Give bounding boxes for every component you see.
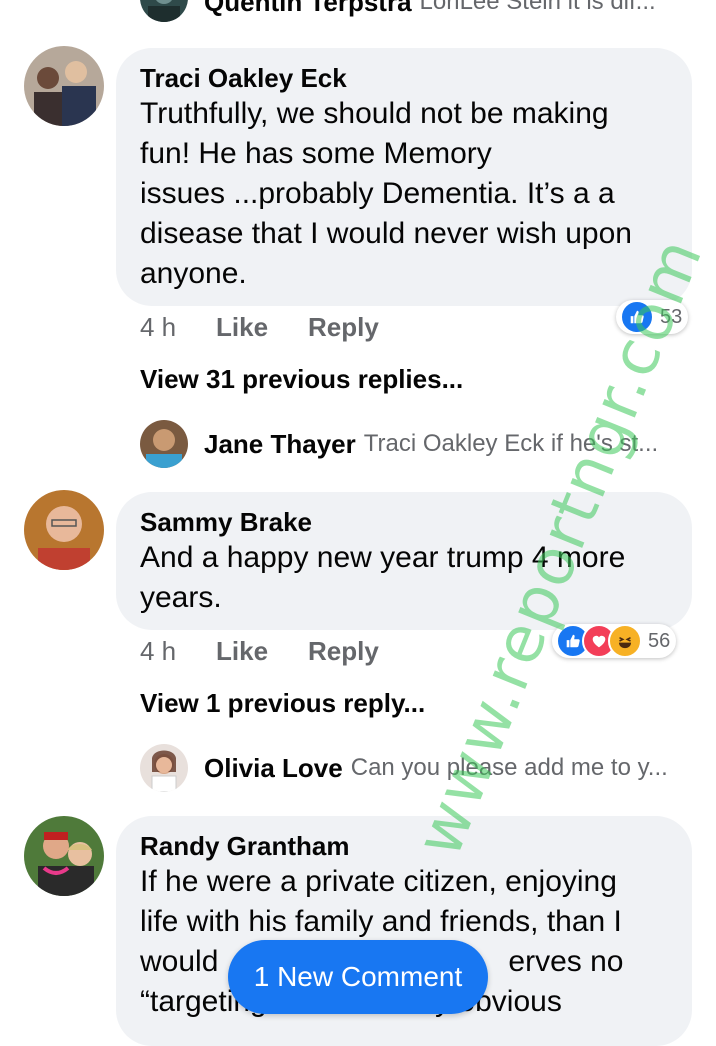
avatar-traci[interactable] <box>24 46 104 126</box>
view-previous-replies[interactable]: View 1 previous reply... <box>140 688 425 719</box>
comment-text-line: anyone. <box>140 257 247 290</box>
like-button[interactable]: Like <box>216 636 268 667</box>
reply-preview: Traci Oakley Eck if he's st... <box>363 430 659 457</box>
comment-text-line: And a happy new year trump 4 more <box>140 541 626 574</box>
new-comment-button[interactable]: 1 New Comment <box>228 940 488 1014</box>
reply-author[interactable]: Olivia Love <box>204 753 343 784</box>
comment-text-line: fun! He has some Memory <box>140 137 492 170</box>
comment-text-fragment: would <box>140 945 219 978</box>
haha-reaction-icon <box>608 624 642 658</box>
reply-author[interactable]: Quentin Terpstra <box>204 0 412 18</box>
reply-preview: Can you please add me to y... <box>350 754 668 781</box>
comment-text-line: If he were a private citizen, enjoying <box>140 865 617 898</box>
comment-text-fragment: erves no <box>508 945 624 978</box>
comment-timestamp: 4 h <box>140 312 177 342</box>
comment-text-line: issues ...probably Dementia. It’s a a <box>140 177 615 210</box>
comment-bubble: Sammy Brake And a happy new year trump 4… <box>116 492 692 630</box>
comment-text-line: Truthfully, we should not be making <box>140 97 609 130</box>
comment-timestamp: 4 h <box>140 636 177 666</box>
reaction-summary[interactable]: 56 <box>552 624 677 658</box>
reply-row-jane[interactable]: Jane Thayer Traci Oakley Eck if he's st.… <box>140 420 658 468</box>
reaction-count: 56 <box>648 629 671 652</box>
avatar-randy[interactable] <box>24 816 104 896</box>
like-button[interactable]: Like <box>216 312 268 343</box>
reply-button[interactable]: Reply <box>308 636 379 667</box>
reaction-summary[interactable]: 53 <box>616 300 689 334</box>
reply-row-olivia[interactable]: Olivia Love Can you please add me to y..… <box>140 744 668 792</box>
comment-author[interactable]: Traci Oakley Eck <box>140 62 668 94</box>
reaction-count: 53 <box>660 305 683 328</box>
avatar-sammy[interactable] <box>24 490 104 570</box>
comment-text-line: years. <box>140 581 222 614</box>
reply-button[interactable]: Reply <box>308 312 379 343</box>
comment-text-line: life with his family and friends, than I <box>140 905 622 938</box>
like-reaction-icon <box>620 300 654 334</box>
reply-author[interactable]: Jane Thayer <box>204 429 356 460</box>
reply-preview: LoriLee Stein it is dif... <box>419 0 656 15</box>
comment-author[interactable]: Randy Grantham <box>140 830 668 862</box>
comment-bubble: Traci Oakley Eck Truthfully, we should n… <box>116 48 692 306</box>
comment-text-line: disease that I would never wish upon <box>140 217 632 250</box>
comment-author[interactable]: Sammy Brake <box>140 506 668 538</box>
reply-row-quentin[interactable]: Quentin Terpstra LoriLee Stein it is dif… <box>140 0 656 26</box>
view-previous-replies[interactable]: View 31 previous replies... <box>140 364 463 395</box>
